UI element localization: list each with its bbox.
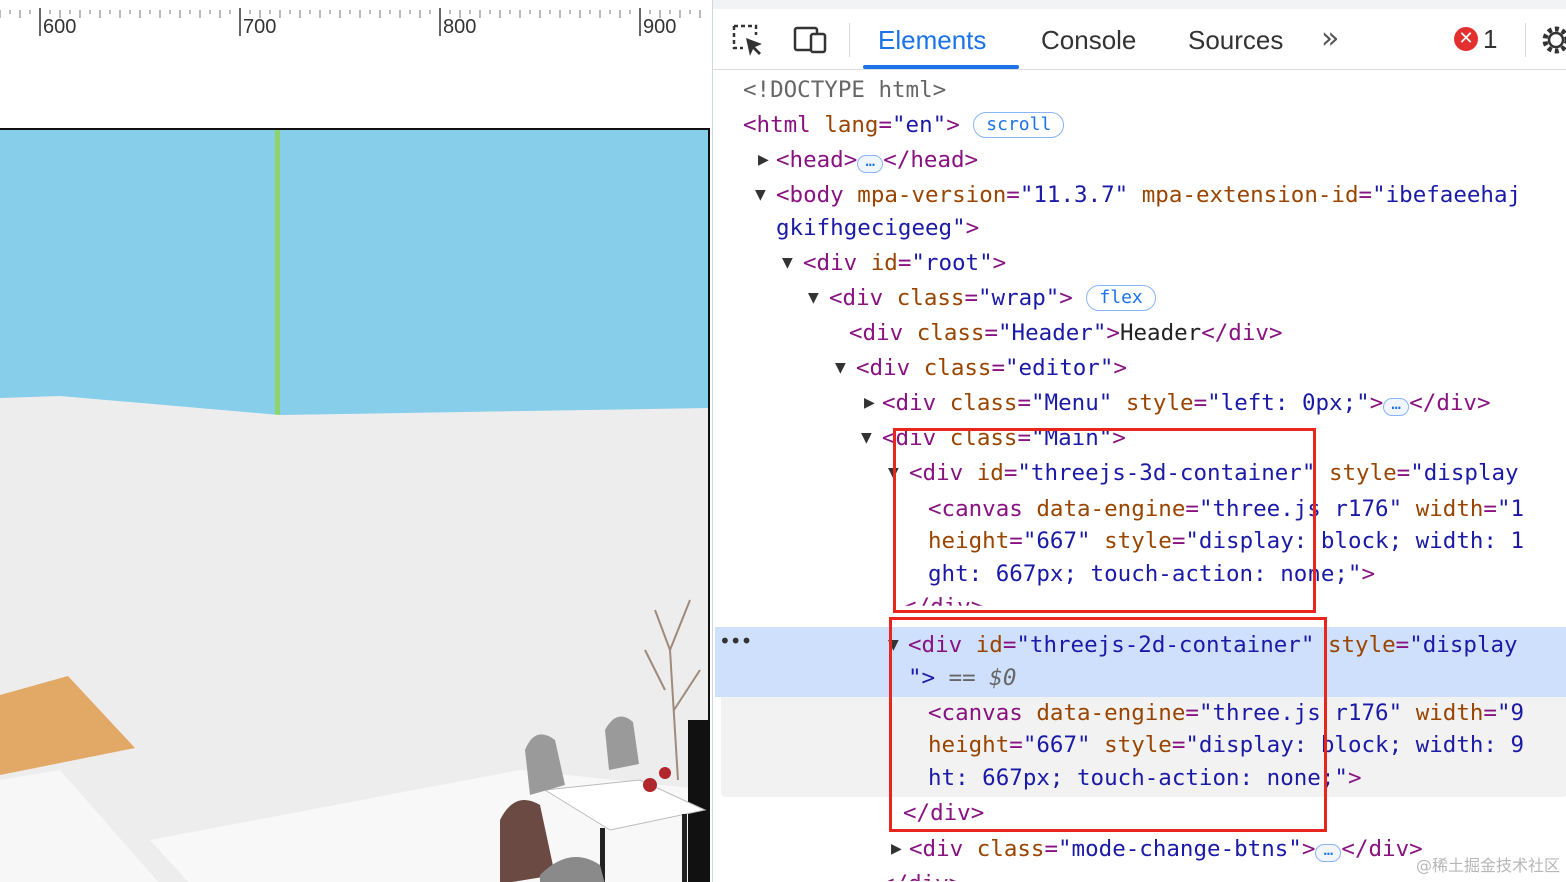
tree-line-header[interactable]: <div class="Header">Header</div> <box>849 316 1283 351</box>
tree-line-mode-btns[interactable]: <div class="mode-change-btns">… </div> <box>909 832 1423 867</box>
collapsed-content-icon[interactable]: … <box>1383 396 1410 416</box>
expand-head-icon[interactable]: ▶ <box>758 152 769 168</box>
collapse-wrap-icon[interactable]: ▼ <box>808 290 819 306</box>
ruler-label-600: 600 <box>43 16 77 38</box>
tab-elements[interactable]: Elements <box>878 25 986 56</box>
watermark: @稀土掘金技术社区 <box>1415 856 1560 875</box>
wine-glass <box>643 778 657 792</box>
toolbar-separator <box>849 23 850 57</box>
collapse-editor-icon[interactable]: ▼ <box>835 360 846 376</box>
more-tabs-button[interactable]: » <box>1321 21 1339 56</box>
highlight-box-3d-container <box>893 428 1316 613</box>
tree-line-head[interactable]: <head>… </head> <box>776 143 978 178</box>
ruler-label-900: 900 <box>643 16 677 38</box>
dark-pillar <box>688 720 708 882</box>
expand-menu-icon[interactable]: ▶ <box>864 395 875 411</box>
flex-badge[interactable]: flex <box>1086 285 1156 311</box>
tree-line-wrap[interactable]: <div class="wrap"> flex <box>829 281 1156 316</box>
node-actions-icon[interactable]: ••• <box>719 629 752 653</box>
collapse-body-icon[interactable]: ▼ <box>755 187 766 203</box>
tree-line-menu[interactable]: <div class="Menu" style="left: 0px;">… </… <box>882 386 1491 421</box>
collapse-root-icon[interactable]: ▼ <box>782 255 793 271</box>
tree-line-body-cont[interactable]: gkifhgecigeeg"> <box>776 211 979 246</box>
tree-line-editor[interactable]: <div class="editor"> <box>856 351 1127 386</box>
table-leg <box>682 814 687 882</box>
inspect-element-icon[interactable] <box>731 23 765 57</box>
dom-tree: ••• <!DOCTYPE html> <html lang="en"> scr… <box>713 69 1566 882</box>
green-wall-edge <box>275 130 280 415</box>
ruler-label-800: 800 <box>443 16 477 38</box>
ruler-label-700: 700 <box>243 16 277 38</box>
threejs-canvas[interactable] <box>0 128 710 882</box>
expand-mode-btns-icon[interactable]: ▶ <box>891 841 902 857</box>
wine-glass <box>659 767 671 779</box>
horizontal-ruler: 600 700 800 900 <box>0 0 712 40</box>
collapsed-content-icon[interactable]: … <box>1315 842 1342 862</box>
error-icon[interactable]: ✕ <box>1454 27 1478 51</box>
scroll-badge[interactable]: scroll <box>973 112 1065 138</box>
device-toolbar-icon[interactable] <box>793 23 827 57</box>
tree-line-doctype[interactable]: <!DOCTYPE html> <box>743 73 946 108</box>
tree-line-html[interactable]: <html lang="en"> scroll <box>743 108 1065 143</box>
error-count[interactable]: 1 <box>1483 24 1497 55</box>
ruler-ticks <box>0 8 701 36</box>
tree-line-root[interactable]: <div id="root"> <box>803 246 1006 281</box>
toolbar-separator <box>1525 23 1526 57</box>
devtools-top-strip <box>713 0 1566 9</box>
collapsed-content-icon[interactable]: … <box>857 153 884 173</box>
tree-line-body[interactable]: <body mpa-version="11.3.7" mpa-extension… <box>776 178 1521 213</box>
devtools-panel: Elements Console Sources » ✕ 1 ••• <!DOC… <box>712 0 1566 882</box>
render-viewport: 600 700 800 900 <box>0 0 712 882</box>
tab-console[interactable]: Console <box>1041 25 1136 56</box>
devtools-toolbar: Elements Console Sources » ✕ 1 <box>713 9 1566 70</box>
tab-sources[interactable]: Sources <box>1188 25 1283 56</box>
highlight-box-2d-container <box>889 617 1327 832</box>
scene-drawing <box>0 130 708 882</box>
settings-gear-icon[interactable] <box>1539 23 1566 57</box>
collapse-main-icon[interactable]: ▼ <box>861 430 872 446</box>
tree-line-partial-close[interactable]: </div> <box>881 867 962 881</box>
